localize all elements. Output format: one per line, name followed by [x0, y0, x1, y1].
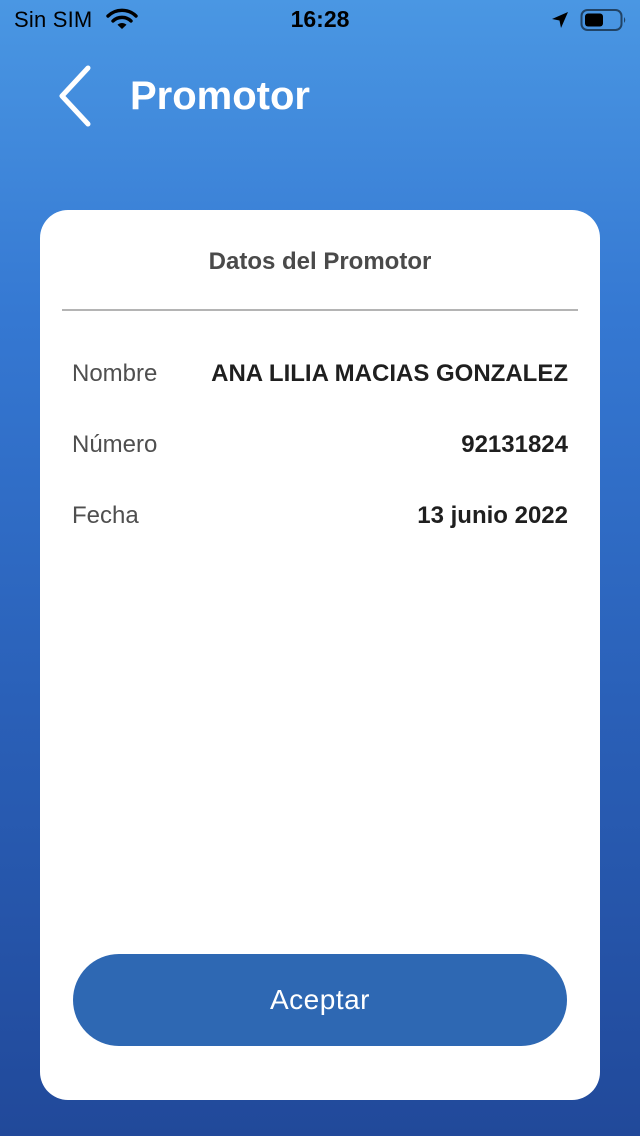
accept-button[interactable]: Aceptar [73, 954, 567, 1046]
location-arrow-icon [552, 12, 568, 28]
navigation-bar: Promotor [0, 56, 640, 136]
status-bar: Sin SIM 16:28 [0, 0, 640, 40]
back-button[interactable] [52, 62, 100, 130]
page-title: Promotor [130, 74, 310, 118]
chevron-left-icon [59, 65, 91, 127]
info-row-numero: Número 92131824 [72, 431, 568, 467]
promoter-card: Datos del Promotor Nombre ANA LILIA MACI… [40, 210, 600, 1100]
card-header: Datos del Promotor [208, 248, 432, 275]
divider [62, 309, 578, 311]
info-value: ANA LILIA MACIAS GONZALEZ [211, 360, 568, 387]
info-label: Nombre [72, 360, 158, 387]
info-label: Número [72, 431, 158, 458]
info-row-fecha: Fecha 13 junio 2022 [72, 502, 568, 538]
info-row-nombre: Nombre ANA LILIA MACIAS GONZALEZ [72, 360, 568, 396]
info-label: Fecha [72, 502, 139, 529]
info-value: 13 junio 2022 [417, 502, 568, 529]
info-value: 92131824 [461, 431, 568, 458]
status-time: 16:28 [290, 6, 350, 32]
battery-icon [580, 9, 626, 31]
